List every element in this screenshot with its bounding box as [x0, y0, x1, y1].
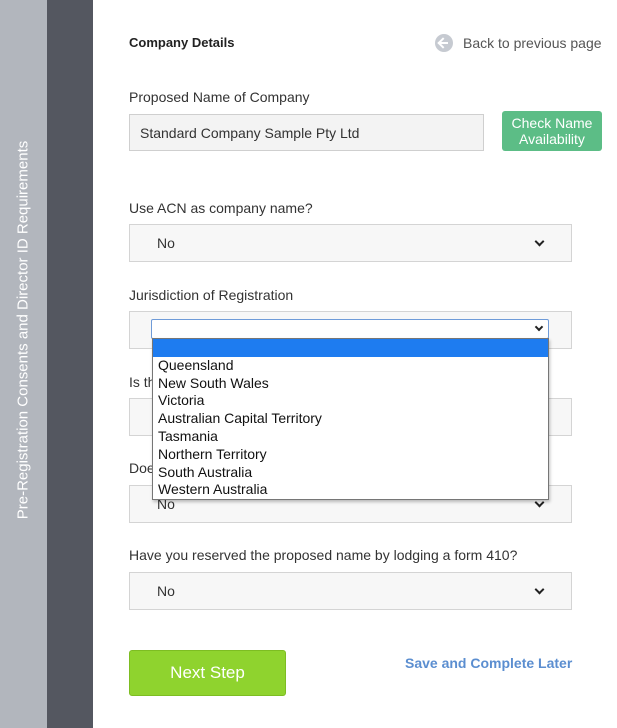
jurisdiction-label: Jurisdiction of Registration — [129, 287, 294, 303]
sidebar-step-label[interactable]: Pre-Registration Consents and Director I… — [15, 141, 32, 520]
use-acn-select[interactable]: No — [129, 224, 572, 262]
use-acn-label: Use ACN as company name? — [129, 200, 313, 216]
back-link-label[interactable]: Back to previous page — [463, 35, 602, 51]
sidebar-current-step-label[interactable]: Company Details — [109, 132, 126, 246]
dropdown-option-victoria[interactable]: Victoria — [153, 392, 548, 410]
dropdown-option-australian-capital-territory[interactable]: Australian Capital Territory — [153, 410, 548, 428]
dropdown-option-queensland[interactable]: Queensland — [153, 357, 548, 375]
save-and-complete-later-link[interactable]: Save and Complete Later — [405, 655, 572, 671]
chevron-down-icon — [534, 322, 544, 332]
back-link[interactable]: Back to previous page — [435, 33, 602, 53]
question-5-label: Doe — [129, 460, 155, 476]
dropdown-option-northern-territory[interactable]: Northern Territory — [153, 446, 548, 464]
chevron-down-icon — [534, 584, 545, 595]
dropdown-option-blank[interactable] — [153, 339, 548, 357]
sidebar-current-rail: Company Details — [47, 0, 126, 728]
check-name-availability-button[interactable]: Check Name Availability — [502, 111, 602, 151]
dropdown-option-new-south-wales[interactable]: New South Wales — [153, 375, 548, 393]
company-name-input[interactable] — [129, 114, 484, 151]
dropdown-option-tasmania[interactable]: Tasmania — [153, 428, 548, 446]
chevron-down-icon — [534, 236, 545, 247]
dropdown-option-western-australia[interactable]: Western Australia — [153, 481, 548, 499]
company-name-label: Proposed Name of Company — [129, 89, 310, 105]
jurisdiction-select[interactable] — [151, 319, 549, 339]
jurisdiction-dropdown-list[interactable]: Queensland New South Wales Victoria Aust… — [152, 338, 549, 500]
sidebar-steps-rail: Pre-Registration Consents and Director I… — [0, 0, 47, 728]
use-acn-value: No — [157, 235, 175, 251]
dropdown-option-south-australia[interactable]: South Australia — [153, 464, 548, 482]
reserved-name-label: Have you reserved the proposed name by l… — [129, 547, 518, 563]
page-title: Company Details — [129, 35, 235, 50]
reserved-name-value: No — [157, 583, 175, 599]
next-step-button[interactable]: Next Step — [129, 650, 286, 696]
reserved-name-select[interactable]: No — [129, 572, 572, 610]
back-arrow-circle-icon[interactable] — [435, 34, 453, 52]
